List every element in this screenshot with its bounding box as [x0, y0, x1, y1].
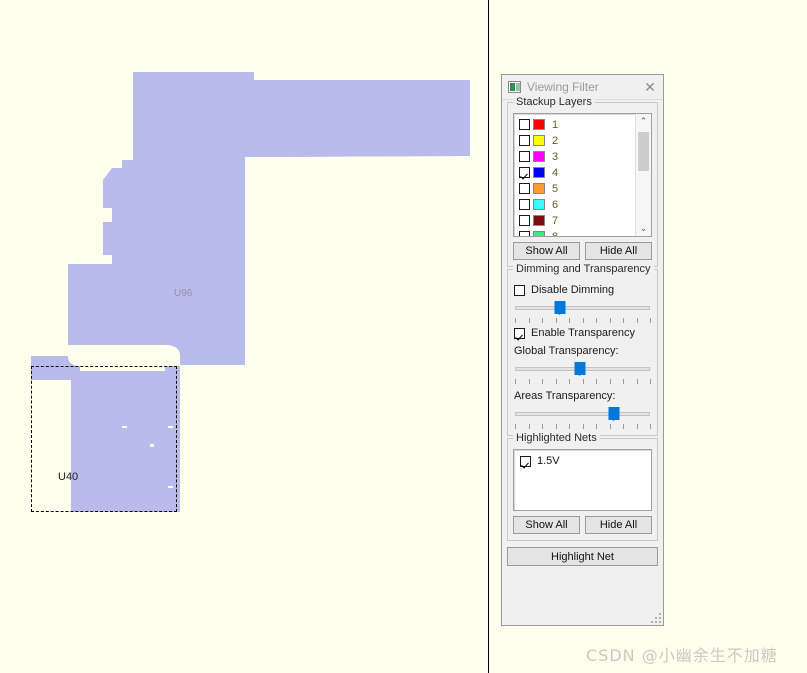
global-transparency-thumb[interactable]	[574, 362, 586, 376]
net-row[interactable]: 1.5V	[520, 454, 651, 468]
net-name: 1.5V	[537, 455, 560, 467]
layer-checkbox[interactable]	[519, 167, 530, 178]
viewing-filter-panel[interactable]: Viewing Filter ✕ Stackup Layers 1 2 3 4 5 6 7 8…	[501, 74, 664, 626]
scrollbar-thumb[interactable]	[638, 132, 649, 171]
layer-number: 7	[552, 214, 559, 227]
layer-row[interactable]: 4	[519, 165, 634, 180]
enable-transparency-label: Enable Transparency	[531, 327, 635, 339]
global-transparency-label: Global Transparency:	[514, 345, 619, 357]
stackup-layers-legend: Stackup Layers	[513, 96, 595, 108]
highlight-net-button[interactable]: Highlight Net	[507, 547, 658, 566]
layer-row[interactable]: 2	[519, 133, 634, 148]
dimming-slider-ticks	[515, 316, 651, 323]
net-checkbox[interactable]	[520, 455, 531, 467]
layer-checkbox[interactable]	[519, 183, 530, 194]
dimming-legend: Dimming and Transparency	[513, 263, 654, 275]
disable-dimming-box[interactable]	[514, 284, 525, 296]
dimming-slider-thumb[interactable]	[554, 301, 566, 315]
watermark: CSDN @小幽余生不加糖	[586, 646, 778, 665]
nets-hide-all-button[interactable]: Hide All	[585, 516, 652, 534]
layer-color-swatch	[533, 151, 545, 162]
scroll-up-icon[interactable]: ⌃	[636, 114, 651, 129]
layer-row[interactable]: 3	[519, 149, 634, 164]
highlighted-nets-group: Highlighted Nets 1.5V Show All Hide All	[507, 432, 658, 541]
areas-transparency-track	[515, 412, 650, 416]
layer-checkbox[interactable]	[519, 231, 530, 236]
layer-color-swatch	[533, 167, 545, 178]
layer-color-swatch	[533, 231, 545, 236]
layer-checkbox[interactable]	[519, 151, 530, 162]
layer-row[interactable]: 1	[519, 117, 634, 132]
stackup-layers-list[interactable]: 1 2 3 4 5 6 7 8 ⌃ ⌄	[513, 113, 652, 237]
dimming-slider[interactable]	[515, 301, 650, 315]
layer-row[interactable]: 8	[519, 229, 634, 237]
layer-number: 5	[552, 182, 559, 195]
component-label-u40: U40	[58, 471, 79, 483]
highlighted-nets-list[interactable]: 1.5V	[513, 449, 652, 511]
layer-row[interactable]: 6	[519, 197, 634, 212]
component-label-u96: U96	[174, 288, 193, 299]
nets-show-all-button[interactable]: Show All	[513, 516, 580, 534]
layer-number: 6	[552, 198, 559, 211]
areas-transparency-ticks	[515, 422, 651, 429]
layer-number: 4	[552, 166, 559, 179]
pcb-canvas[interactable]: U96 U40	[0, 0, 488, 673]
selection-rectangle[interactable]	[31, 366, 177, 512]
layers-scrollbar[interactable]: ⌃ ⌄	[635, 114, 651, 236]
layer-checkbox[interactable]	[519, 119, 530, 130]
stackup-layers-group: Stackup Layers 1 2 3 4 5 6 7 8 ⌃ ⌄ Show All Hid…	[507, 96, 658, 267]
layer-row[interactable]: 7	[519, 213, 634, 228]
dimming-transparency-group: Dimming and Transparency Disable Dimming…	[507, 263, 658, 436]
layer-color-swatch	[533, 135, 545, 146]
highlighted-nets-legend: Highlighted Nets	[513, 432, 600, 444]
enable-transparency-box[interactable]	[514, 327, 525, 339]
layer-color-swatch	[533, 215, 545, 226]
global-transparency-slider[interactable]	[515, 362, 650, 376]
layer-checkbox[interactable]	[519, 199, 530, 210]
areas-transparency-slider[interactable]	[515, 407, 650, 421]
areas-transparency-thumb[interactable]	[608, 407, 620, 421]
layer-number: 3	[552, 150, 559, 163]
layer-row[interactable]: 5	[519, 181, 634, 196]
layer-checkbox[interactable]	[519, 215, 530, 226]
pcb-copper-shape	[31, 72, 470, 512]
layer-color-swatch	[533, 183, 545, 194]
layer-number: 1	[552, 118, 559, 131]
enable-transparency-checkbox[interactable]: Enable Transparency	[514, 327, 652, 339]
areas-transparency-label: Areas Transparency:	[514, 390, 616, 402]
scroll-down-icon[interactable]: ⌄	[636, 221, 651, 236]
resize-grip[interactable]	[651, 613, 661, 623]
global-transparency-ticks	[515, 377, 651, 384]
layer-color-swatch	[533, 199, 545, 210]
layer-color-swatch	[533, 119, 545, 130]
close-icon[interactable]: ✕	[641, 78, 659, 96]
viewing-filter-icon	[508, 81, 521, 93]
layers-show-all-button[interactable]: Show All	[513, 242, 580, 260]
layer-number: 2	[552, 134, 559, 147]
layer-checkbox[interactable]	[519, 135, 530, 146]
panel-title: Viewing Filter	[527, 80, 599, 94]
dimming-slider-track	[515, 306, 650, 310]
layer-number: 8	[552, 230, 559, 237]
disable-dimming-label: Disable Dimming	[531, 284, 615, 296]
layers-hide-all-button[interactable]: Hide All	[585, 242, 652, 260]
disable-dimming-checkbox[interactable]: Disable Dimming	[514, 284, 652, 296]
